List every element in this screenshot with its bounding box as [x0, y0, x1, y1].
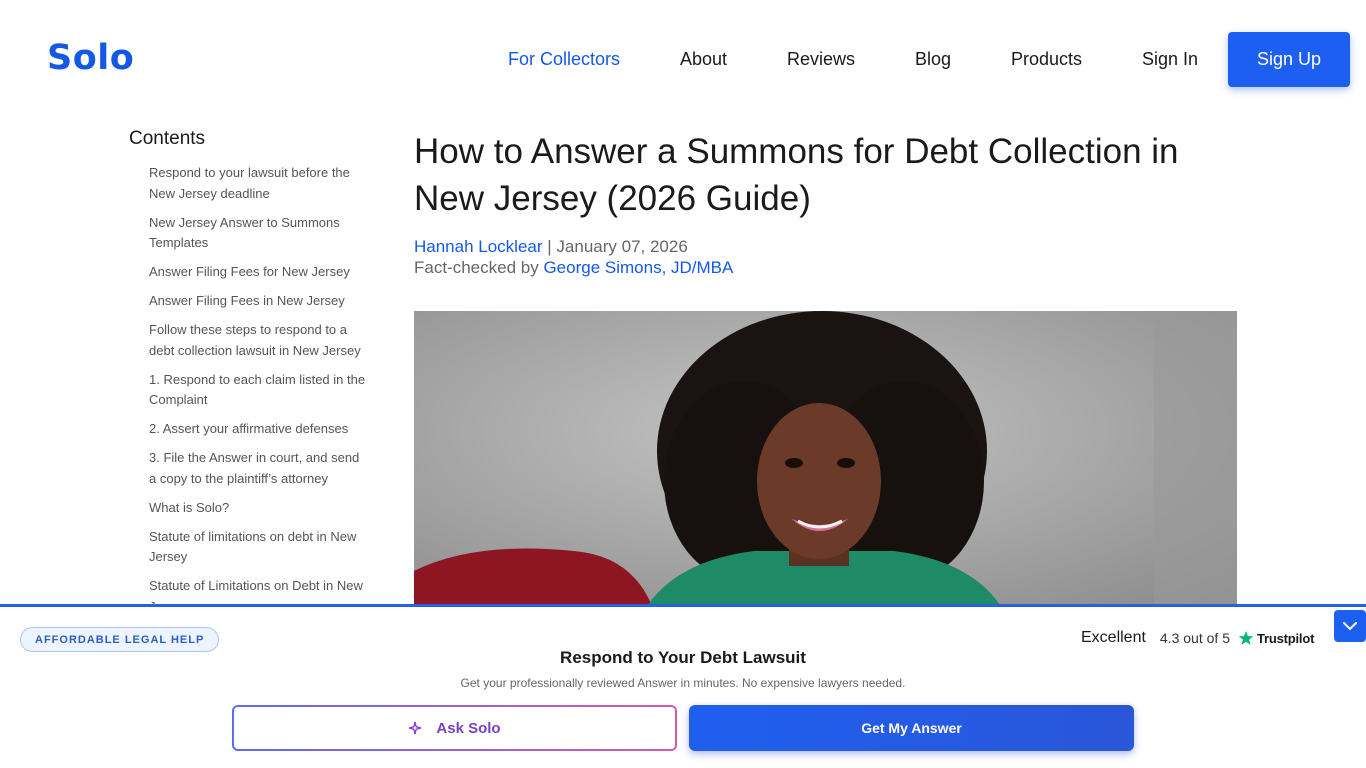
nav-products[interactable]: Products [1011, 49, 1082, 70]
contents-heading: Contents [129, 128, 206, 149]
trust-label: Excellent [1081, 629, 1146, 646]
trustpilot-star-icon [1238, 631, 1254, 645]
toc-item[interactable]: Answer Filing Fees in New Jersey [149, 291, 369, 312]
nav-about[interactable]: About [680, 49, 727, 70]
fact-checker-link[interactable]: George Simons, JD/MBA [543, 258, 733, 277]
cta-subtitle: Get your professionally reviewed Answer … [460, 676, 906, 690]
ask-solo-button[interactable]: Ask Solo [232, 705, 677, 751]
toc-list: Respond to your lawsuit before the New J… [129, 163, 369, 605]
main-nav: For Collectors About Reviews Blog Produc… [0, 32, 1366, 87]
cta-title: Respond to Your Debt Lawsuit [560, 648, 806, 667]
byline-separator: | [542, 237, 557, 256]
fact-check-line: Fact-checked by George Simons, JD/MBA [414, 257, 1237, 278]
toc-item[interactable]: Follow these steps to respond to a debt … [149, 320, 369, 361]
trustpilot-rating[interactable]: Excellent 4.3 out of 5 Trustpilot [1081, 629, 1314, 647]
nav-for-collectors[interactable]: For Collectors [508, 49, 620, 70]
chevron-down-icon [1343, 622, 1357, 631]
toc-item[interactable]: 2. Assert your affirmative defenses [149, 419, 369, 440]
nav-blog[interactable]: Blog [915, 49, 951, 70]
toc-item[interactable]: What is Solo? [149, 498, 369, 519]
site-header: Solo For Collectors About Reviews Blog P… [0, 0, 1366, 110]
toc-item[interactable]: New Jersey Answer to Summons Templates [149, 213, 369, 254]
nav-reviews[interactable]: Reviews [787, 49, 855, 70]
toc-item[interactable]: 3. File the Answer in court, and send a … [149, 448, 369, 489]
get-my-answer-button[interactable]: Get My Answer [689, 705, 1134, 751]
article: How to Answer a Summons for Debt Collect… [414, 128, 1237, 278]
nav-sign-in[interactable]: Sign In [1142, 49, 1198, 70]
trustpilot-logo: Trustpilot [1256, 630, 1315, 646]
toc-item[interactable]: Respond to your lawsuit before the New J… [149, 163, 369, 204]
author-link[interactable]: Hannah Locklear [414, 237, 543, 256]
trust-score: 4.3 out of 5 [1159, 630, 1230, 646]
cta-bar: AFFORDABLE LEGAL HELP Excellent 4.3 out … [0, 604, 1366, 768]
toc-item[interactable]: Statute of limitations on debt in New Je… [149, 527, 369, 568]
portrait-illustration [414, 311, 1237, 611]
collapse-button[interactable] [1334, 610, 1366, 642]
toc-item[interactable]: Answer Filing Fees for New Jersey [149, 262, 369, 283]
toc-item[interactable]: Statute of Limitations on Debt in New Je… [149, 576, 369, 605]
toc-item[interactable]: 1. Respond to each claim listed in the C… [149, 370, 369, 411]
table-of-contents: Contents Respond to your lawsuit before … [129, 128, 369, 605]
hero-image [414, 311, 1237, 611]
byline: Hannah Locklear | January 07, 2026 Fact-… [414, 236, 1237, 278]
author-line: Hannah Locklear | January 07, 2026 [414, 236, 1237, 257]
publish-date: January 07, 2026 [556, 237, 688, 256]
sign-up-button[interactable]: Sign Up [1228, 32, 1350, 87]
sparkle-icon [409, 721, 422, 735]
article-title: How to Answer a Summons for Debt Collect… [414, 132, 1179, 218]
fact-check-prefix: Fact-checked by [414, 258, 544, 277]
ask-solo-label: Ask Solo [436, 719, 501, 737]
